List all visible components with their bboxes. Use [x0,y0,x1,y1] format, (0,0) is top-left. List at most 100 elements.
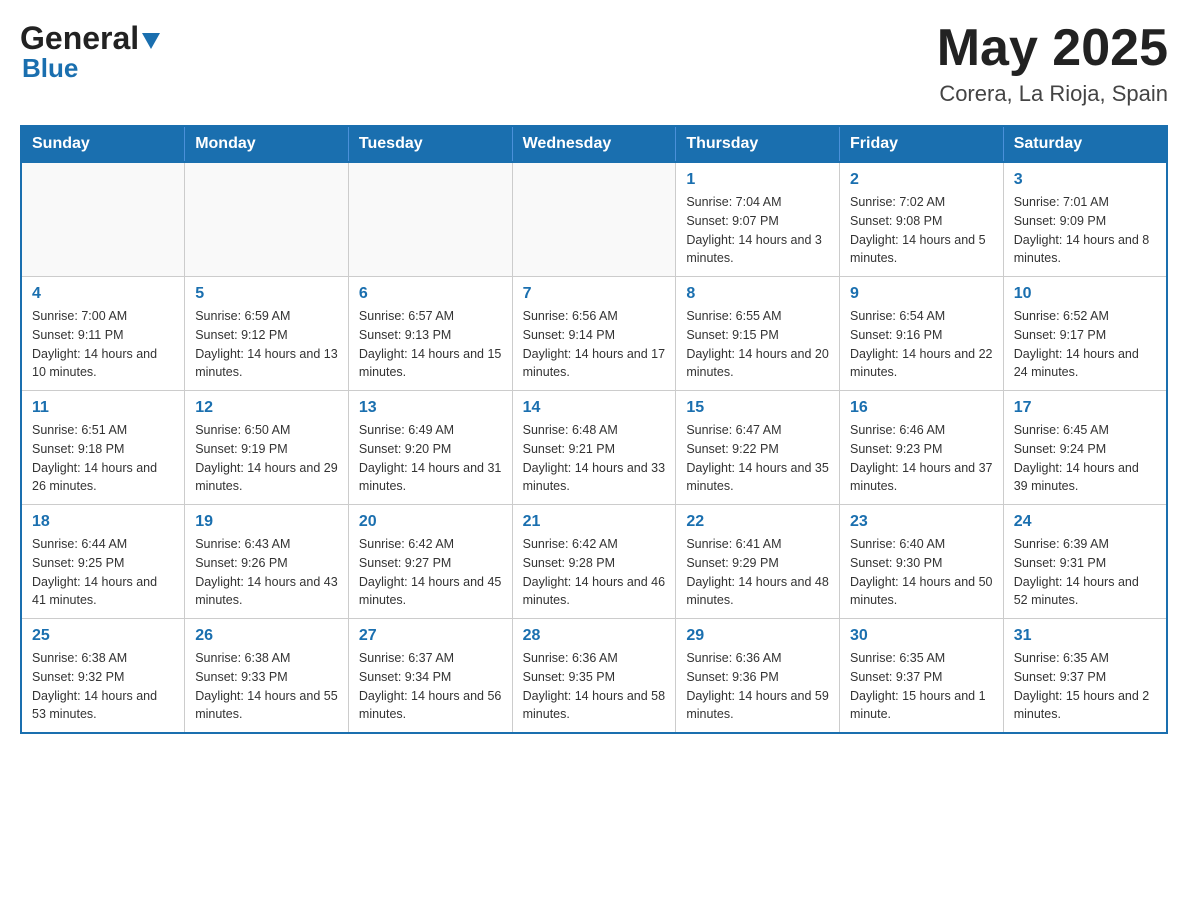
day-headers-row: SundayMondayTuesdayWednesdayThursdayFrid… [21,126,1167,162]
calendar-header: SundayMondayTuesdayWednesdayThursdayFrid… [21,126,1167,162]
day-number: 20 [359,513,502,531]
calendar-day-cell [512,162,676,277]
day-number: 13 [359,399,502,417]
calendar-day-cell: 8Sunrise: 6:55 AM Sunset: 9:15 PM Daylig… [676,277,840,391]
month-title: May 2025 [937,20,1168,77]
day-number: 1 [686,171,829,189]
day-info: Sunrise: 6:42 AM Sunset: 9:28 PM Dayligh… [523,535,666,610]
day-info: Sunrise: 6:59 AM Sunset: 9:12 PM Dayligh… [195,307,338,382]
day-of-week-header: Sunday [21,126,185,162]
day-number: 14 [523,399,666,417]
calendar-day-cell: 22Sunrise: 6:41 AM Sunset: 9:29 PM Dayli… [676,505,840,619]
day-info: Sunrise: 7:00 AM Sunset: 9:11 PM Dayligh… [32,307,174,382]
calendar-day-cell: 5 Sunrise: 6:59 AM Sunset: 9:12 PM Daylig… [185,277,349,391]
day-info: Sunrise: 6:43 AM Sunset: 9:26 PM Dayligh… [195,535,338,610]
day-info: Sunrise: 6:48 AM Sunset: 9:21 PM Dayligh… [523,421,666,496]
day-info: Sunrise: 6:38 AM Sunset: 9:33 PM Dayligh… [195,649,338,724]
day-info: Sunrise: 7:04 AM Sunset: 9:07 PM Dayligh… [686,193,829,268]
logo: General Blue [20,20,160,84]
logo-general-text: General [20,20,139,57]
calendar-day-cell: 6 Sunrise: 6:57 AM Sunset: 9:13 PM Daylig… [348,277,512,391]
calendar-day-cell: 3Sunrise: 7:01 AM Sunset: 9:09 PM Daylig… [1003,162,1167,277]
day-number: 19 [195,513,338,531]
day-number: 9 [850,285,993,303]
day-number: 2 [850,171,993,189]
calendar-day-cell: 30 Sunrise: 6:35 AM Sunset: 9:37 PM Dayli… [840,619,1004,734]
day-number: 25 [32,627,174,645]
calendar-day-cell [21,162,185,277]
calendar-day-cell: 15 Sunrise: 6:47 AM Sunset: 9:22 PM Dayli… [676,391,840,505]
day-info: Sunrise: 6:42 AM Sunset: 9:27 PM Dayligh… [359,535,502,610]
calendar-body: 1 Sunrise: 7:04 AM Sunset: 9:07 PM Daylig… [21,162,1167,733]
calendar-table: SundayMondayTuesdayWednesdayThursdayFrid… [20,125,1168,734]
day-info: Sunrise: 6:35 AM Sunset: 9:37 PM Dayligh… [850,649,993,724]
day-of-week-header: Friday [840,126,1004,162]
day-info: Sunrise: 6:57 AM Sunset: 9:13 PM Dayligh… [359,307,502,382]
calendar-day-cell: 9Sunrise: 6:54 AM Sunset: 9:16 PM Daylig… [840,277,1004,391]
day-number: 7 [523,285,666,303]
calendar-day-cell: 18Sunrise: 6:44 AM Sunset: 9:25 PM Dayli… [21,505,185,619]
day-info: Sunrise: 6:45 AM Sunset: 9:24 PM Dayligh… [1014,421,1156,496]
day-info: Sunrise: 7:01 AM Sunset: 9:09 PM Dayligh… [1014,193,1156,268]
calendar-day-cell: 14 Sunrise: 6:48 AM Sunset: 9:21 PM Dayli… [512,391,676,505]
calendar-day-cell: 1 Sunrise: 7:04 AM Sunset: 9:07 PM Daylig… [676,162,840,277]
day-info: Sunrise: 7:02 AM Sunset: 9:08 PM Dayligh… [850,193,993,268]
day-info: Sunrise: 6:36 AM Sunset: 9:35 PM Dayligh… [523,649,666,724]
calendar-week-row: 25 Sunrise: 6:38 AM Sunset: 9:32 PM Dayli… [21,619,1167,734]
day-number: 6 [359,285,502,303]
day-number: 17 [1014,399,1156,417]
day-info: Sunrise: 6:47 AM Sunset: 9:22 PM Dayligh… [686,421,829,496]
day-info: Sunrise: 6:49 AM Sunset: 9:20 PM Dayligh… [359,421,502,496]
day-of-week-header: Saturday [1003,126,1167,162]
day-number: 29 [686,627,829,645]
day-of-week-header: Monday [185,126,349,162]
day-info: Sunrise: 6:51 AM Sunset: 9:18 PM Dayligh… [32,421,174,496]
location-text: Corera, La Rioja, Spain [937,81,1168,107]
calendar-day-cell: 10Sunrise: 6:52 AM Sunset: 9:17 PM Dayli… [1003,277,1167,391]
calendar-day-cell: 4 Sunrise: 7:00 AM Sunset: 9:11 PM Daylig… [21,277,185,391]
day-number: 5 [195,285,338,303]
calendar-day-cell: 11Sunrise: 6:51 AM Sunset: 9:18 PM Dayli… [21,391,185,505]
day-info: Sunrise: 6:39 AM Sunset: 9:31 PM Dayligh… [1014,535,1156,610]
day-number: 4 [32,285,174,303]
day-of-week-header: Tuesday [348,126,512,162]
calendar-day-cell: 28 Sunrise: 6:36 AM Sunset: 9:35 PM Dayli… [512,619,676,734]
day-number: 16 [850,399,993,417]
day-info: Sunrise: 6:41 AM Sunset: 9:29 PM Dayligh… [686,535,829,610]
day-info: Sunrise: 6:50 AM Sunset: 9:19 PM Dayligh… [195,421,338,496]
calendar-week-row: 11Sunrise: 6:51 AM Sunset: 9:18 PM Dayli… [21,391,1167,505]
calendar-day-cell: 31Sunrise: 6:35 AM Sunset: 9:37 PM Dayli… [1003,619,1167,734]
calendar-day-cell: 16 Sunrise: 6:46 AM Sunset: 9:23 PM Dayli… [840,391,1004,505]
calendar-day-cell: 23Sunrise: 6:40 AM Sunset: 9:30 PM Dayli… [840,505,1004,619]
calendar-day-cell: 7Sunrise: 6:56 AM Sunset: 9:14 PM Daylig… [512,277,676,391]
day-number: 28 [523,627,666,645]
calendar-day-cell [348,162,512,277]
calendar-day-cell: 13 Sunrise: 6:49 AM Sunset: 9:20 PM Dayli… [348,391,512,505]
day-of-week-header: Wednesday [512,126,676,162]
day-number: 8 [686,285,829,303]
day-number: 12 [195,399,338,417]
logo-blue-text: Blue [22,53,78,84]
calendar-day-cell: 27 Sunrise: 6:37 AM Sunset: 9:34 PM Dayli… [348,619,512,734]
day-info: Sunrise: 6:46 AM Sunset: 9:23 PM Dayligh… [850,421,993,496]
day-number: 21 [523,513,666,531]
day-info: Sunrise: 6:36 AM Sunset: 9:36 PM Dayligh… [686,649,829,724]
day-number: 31 [1014,627,1156,645]
calendar-week-row: 4 Sunrise: 7:00 AM Sunset: 9:11 PM Daylig… [21,277,1167,391]
calendar-day-cell: 20 Sunrise: 6:42 AM Sunset: 9:27 PM Dayli… [348,505,512,619]
day-number: 30 [850,627,993,645]
calendar-day-cell: 21 Sunrise: 6:42 AM Sunset: 9:28 PM Dayli… [512,505,676,619]
day-of-week-header: Thursday [676,126,840,162]
calendar-day-cell: 24Sunrise: 6:39 AM Sunset: 9:31 PM Dayli… [1003,505,1167,619]
day-number: 18 [32,513,174,531]
day-number: 27 [359,627,502,645]
day-info: Sunrise: 6:38 AM Sunset: 9:32 PM Dayligh… [32,649,174,724]
day-number: 23 [850,513,993,531]
calendar-day-cell: 26Sunrise: 6:38 AM Sunset: 9:33 PM Dayli… [185,619,349,734]
day-info: Sunrise: 6:37 AM Sunset: 9:34 PM Dayligh… [359,649,502,724]
calendar-day-cell: 2 Sunrise: 7:02 AM Sunset: 9:08 PM Daylig… [840,162,1004,277]
calendar-week-row: 18Sunrise: 6:44 AM Sunset: 9:25 PM Dayli… [21,505,1167,619]
day-number: 15 [686,399,829,417]
calendar-day-cell: 29 Sunrise: 6:36 AM Sunset: 9:36 PM Dayli… [676,619,840,734]
logo-triangle-icon [142,33,160,49]
